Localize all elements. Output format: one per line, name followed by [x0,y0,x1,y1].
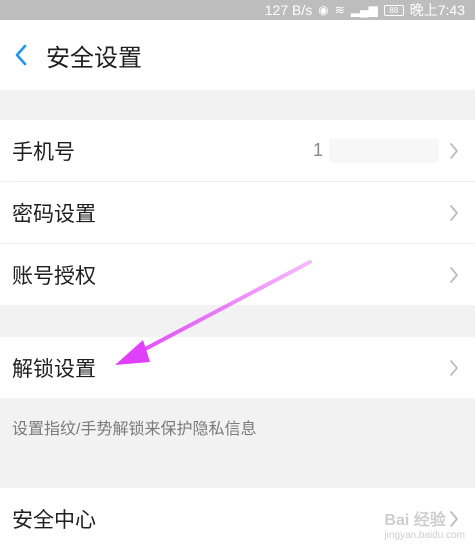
status-bar: 127 B/s ◉ ≋ ▂▄▆ 88 晚上7:43 [0,0,475,20]
network-speed: 127 B/s [264,2,313,18]
chevron-left-icon[interactable] [10,44,32,66]
row-password-settings[interactable]: 密码设置 [0,182,475,243]
signal-icon: ▂▄▆ [350,3,378,17]
row-label: 解锁设置 [12,357,96,381]
section-gap [0,305,475,337]
chevron-right-icon [447,203,461,223]
chevron-right-icon [447,141,461,161]
watermark-logo: Bai 经验 jingyan.baidu.com [384,506,465,541]
section-gap [0,90,475,120]
unlock-hint-text: 设置指纹/手势解锁来保护隐私信息 [12,421,257,438]
row-account-authorization[interactable]: 账号授权 [0,244,475,305]
clock: 晚上7:43 [409,2,465,18]
battery-level: 88 [389,5,399,15]
row-label: 账号授权 [12,264,96,288]
watermark-main: Bai 经验 [384,512,446,529]
phone-value-text: 1 [312,139,323,160]
row-phone-number[interactable]: 手机号 1 [0,120,475,181]
row-label: 密码设置 [12,202,96,226]
watermark-sub: jingyan.baidu.com [384,530,465,541]
chevron-right-icon [447,358,461,378]
row-right: 1 [312,138,461,163]
page-title: 安全设置 [46,44,142,72]
masked-value [329,138,439,163]
phone-value: 1 [312,138,439,163]
row-unlock-settings[interactable]: 解锁设置 [0,337,475,398]
chevron-right-icon [447,265,461,285]
row-label: 手机号 [12,140,75,164]
eye-icon: ◉ [318,3,329,17]
wifi-icon: ≋ [334,3,345,17]
row-label: 安全中心 [12,508,96,532]
battery-icon: 88 [383,4,404,16]
header: 安全设置 [0,20,475,90]
